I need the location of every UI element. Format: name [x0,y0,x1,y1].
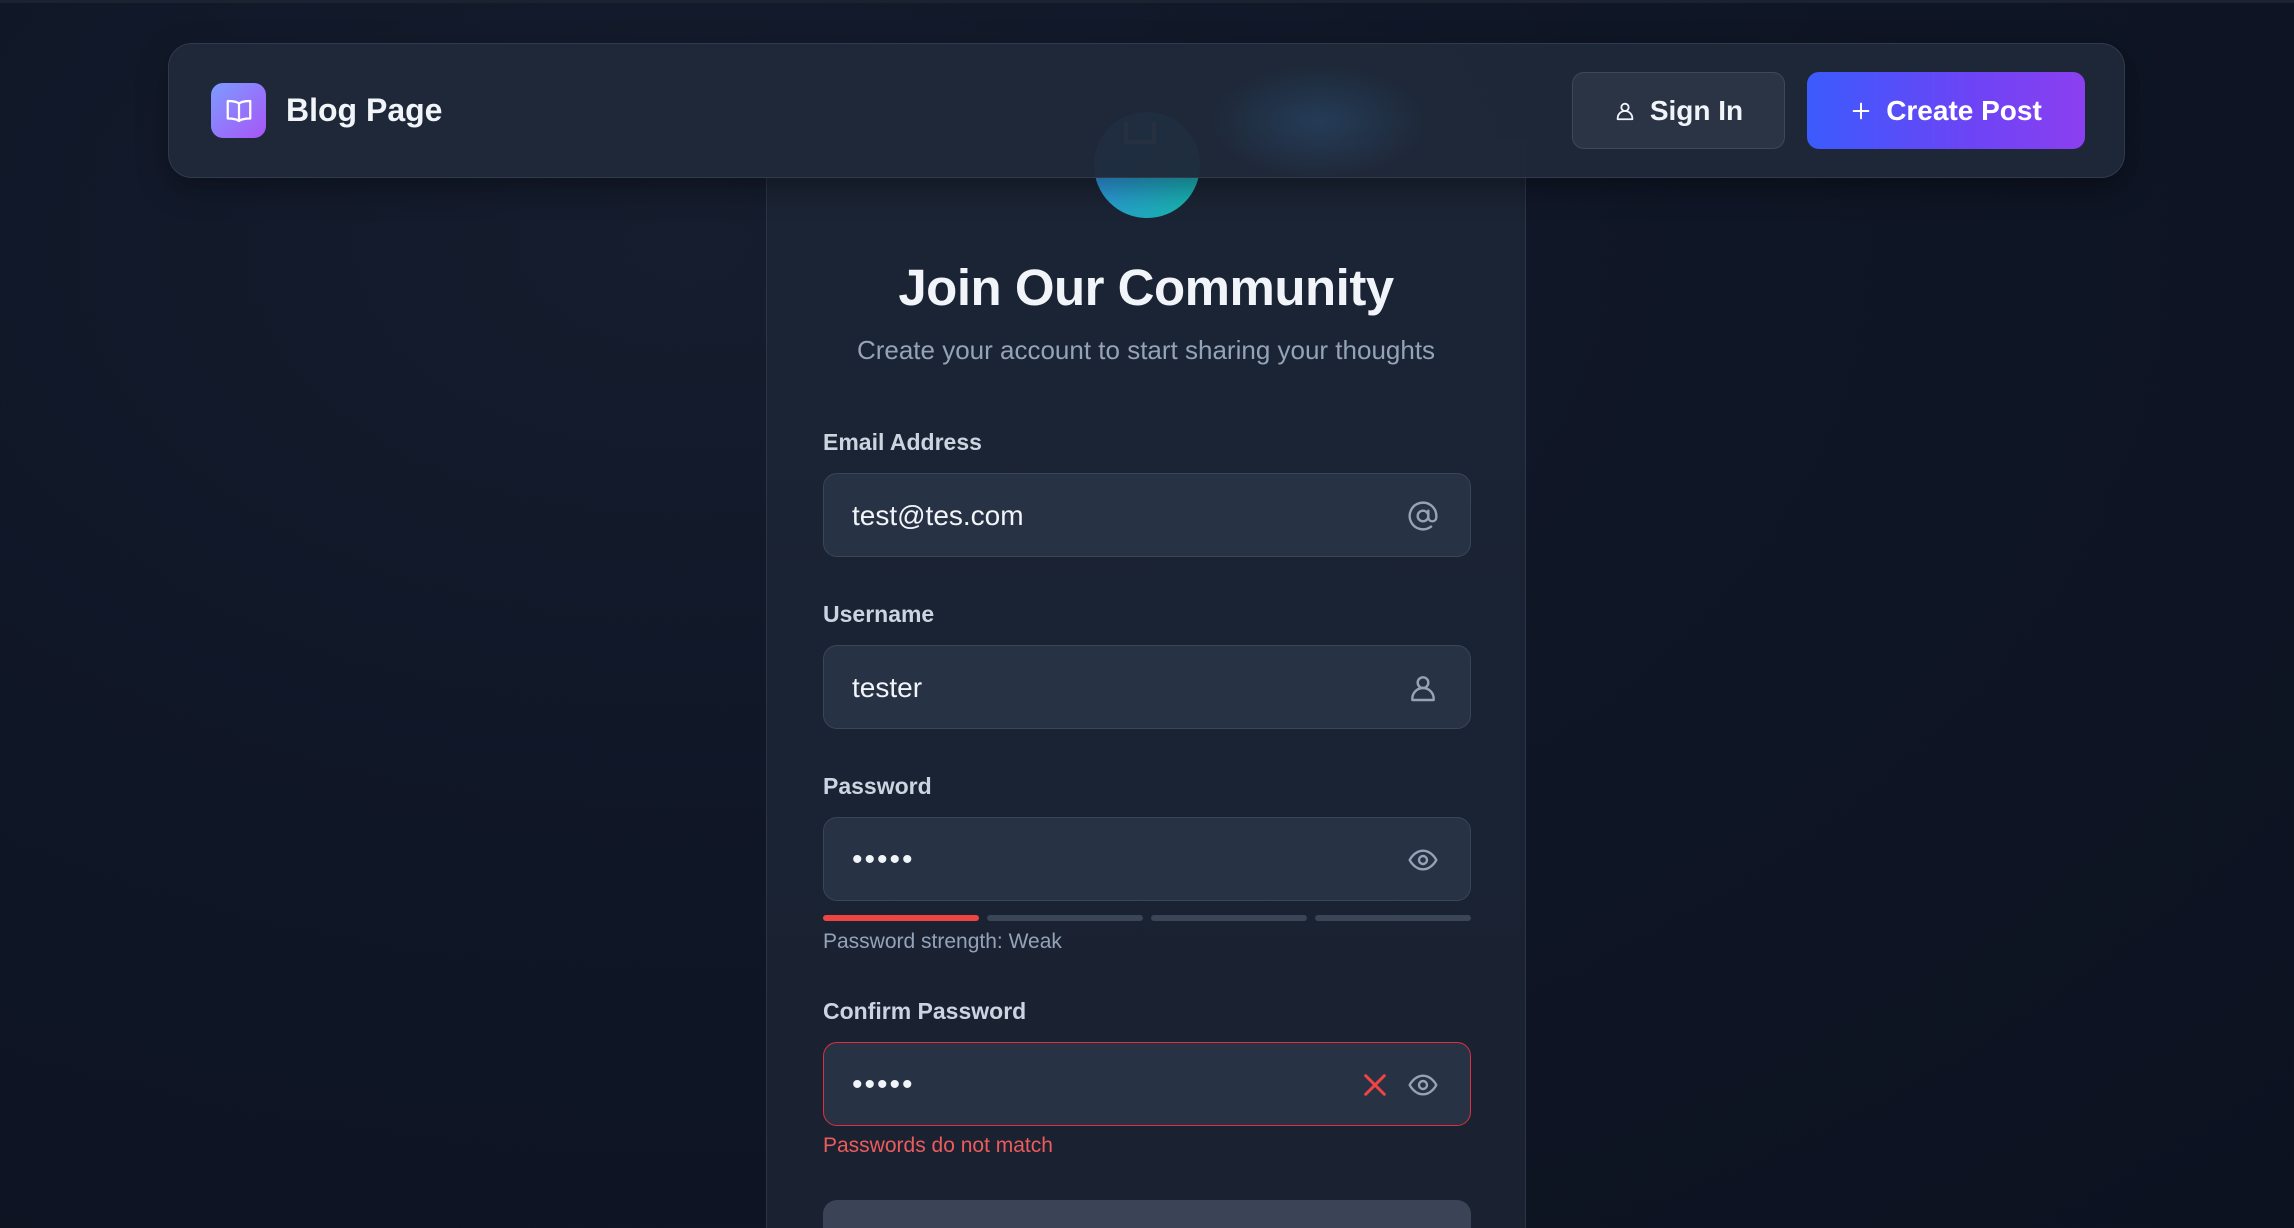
at-sign-icon [1408,501,1438,531]
create-post-label: Create Post [1886,94,2042,126]
confirm-password-field[interactable]: ••••• [823,1042,1471,1126]
password-value: ••••• [852,843,915,876]
plus-icon [1852,102,1870,119]
password-field[interactable]: ••••• [823,817,1471,901]
book-icon [226,99,252,123]
eye-icon[interactable] [1407,844,1439,876]
submit-button[interactable] [823,1200,1471,1228]
password-strength-meter [823,915,1471,921]
form-subtitle: Create your account to start sharing you… [856,335,1436,365]
email-value: test@tes.com [852,500,1024,531]
confirm-password-error: Passwords do not match [823,1134,1053,1157]
form-title: Join Our Community [898,259,1394,316]
strength-segment [987,915,1143,921]
top-navbar: Blog Page Sign In Create Post [168,43,2125,179]
user-icon [1616,102,1634,120]
eye-icon[interactable] [1407,1069,1439,1101]
sign-in-button[interactable]: Sign In [1572,72,1785,149]
x-icon [1364,1074,1386,1096]
window-top-edge [0,0,2294,3]
email-label: Email Address [823,429,982,455]
create-post-button[interactable]: Create Post [1807,72,2085,149]
username-label: Username [823,601,935,627]
username-value: tester [852,672,923,703]
username-field[interactable]: tester [823,645,1471,729]
email-field[interactable]: test@tes.com [823,473,1471,557]
confirm-password-value: ••••• [852,1068,915,1101]
sign-in-label: Sign In [1649,94,1744,126]
password-strength-text: Password strength: Weak [823,930,1062,953]
logo[interactable] [211,83,266,138]
header-glow [1209,64,1429,179]
brand-title[interactable]: Blog Page [286,44,442,176]
strength-segment [1315,915,1471,921]
confirm-password-label: Confirm Password [823,998,1027,1024]
password-label: Password [823,773,932,799]
strength-segment [1151,915,1307,921]
user-icon [1411,676,1435,702]
strength-segment [823,915,979,921]
